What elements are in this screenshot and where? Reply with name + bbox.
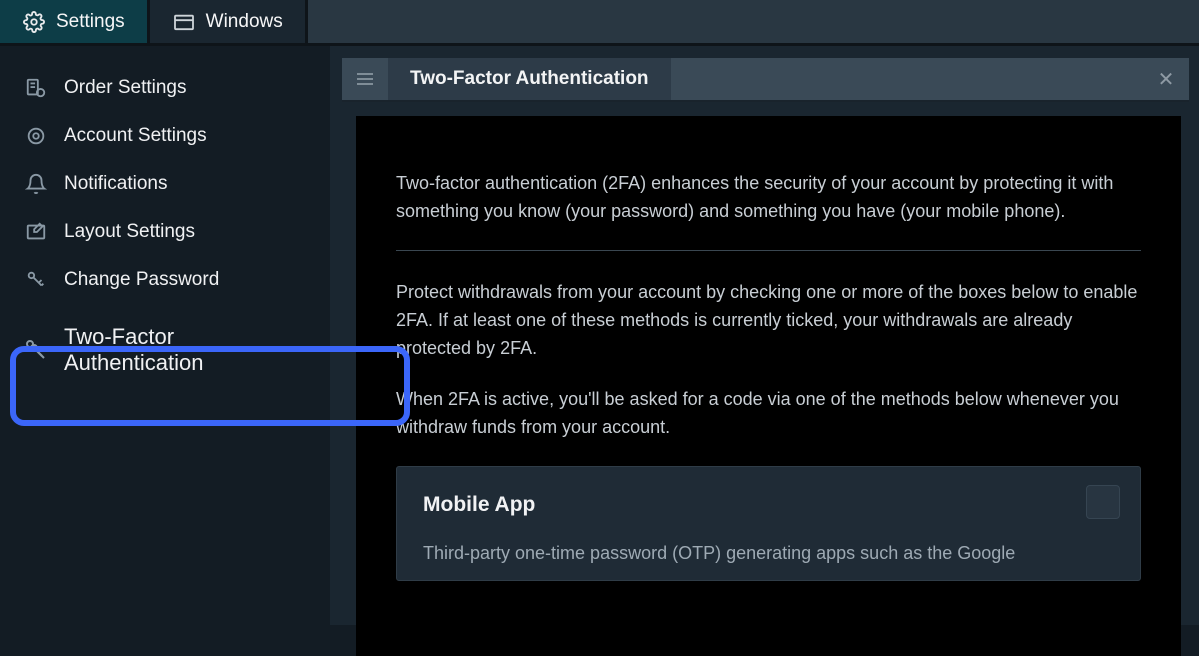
when-active-text: When 2FA is active, you'll be asked for … <box>396 386 1141 442</box>
panel-body: Two-factor authentication (2FA) enhances… <box>356 116 1181 656</box>
option-description: Third-party one-time password (OTP) gene… <box>423 540 1114 568</box>
tab-settings[interactable]: Settings <box>0 0 150 43</box>
panel-drag-handle-icon[interactable] <box>342 58 388 100</box>
tab-windows[interactable]: Windows <box>150 0 308 43</box>
window-icon <box>172 10 196 34</box>
intro-text: Two-factor authentication (2FA) enhances… <box>396 170 1141 226</box>
tab-windows-label: Windows <box>206 11 283 33</box>
topbar-filler <box>308 0 1199 43</box>
content-area: Two-Factor Authentication ✕ Two-factor a… <box>330 46 1199 625</box>
gear-icon <box>22 10 46 34</box>
bell-icon <box>24 172 48 196</box>
sidebar-item-label: Change Password <box>64 269 219 291</box>
sidebar-item-label: Order Settings <box>64 77 187 99</box>
sidebar-item-label: Account Settings <box>64 125 207 147</box>
keys-icon <box>24 338 48 362</box>
sidebar-item-two-factor[interactable]: Two-Factor Authentication <box>0 304 330 396</box>
protect-text: Protect withdrawals from your account by… <box>396 279 1141 363</box>
tab-settings-label: Settings <box>56 11 125 33</box>
sidebar-item-label: Layout Settings <box>64 221 195 243</box>
sidebar-item-order-settings[interactable]: Order Settings <box>0 64 330 112</box>
sidebar-item-account-settings[interactable]: Account Settings <box>0 112 330 160</box>
key-icon <box>24 268 48 292</box>
sidebar-item-change-password[interactable]: Change Password <box>0 256 330 304</box>
sidebar: Order Settings Account Settings Notifica… <box>0 46 330 625</box>
sidebar-item-notifications[interactable]: Notifications <box>0 160 330 208</box>
close-icon[interactable]: ✕ <box>1143 58 1189 100</box>
panel-title: Two-Factor Authentication <box>388 58 671 100</box>
sidebar-item-layout-settings[interactable]: Layout Settings <box>0 208 330 256</box>
section-divider <box>396 250 1141 251</box>
mobile-app-checkbox[interactable] <box>1086 485 1120 519</box>
option-card-mobile-app: Mobile App Third-party one-time password… <box>396 466 1141 580</box>
sidebar-item-label: Notifications <box>64 173 168 195</box>
layout-icon <box>24 220 48 244</box>
sidebar-item-label: Two-Factor Authentication <box>64 324 306 376</box>
account-settings-gear-icon <box>24 124 48 148</box>
panel-header: Two-Factor Authentication ✕ <box>342 58 1189 102</box>
option-title: Mobile App <box>423 489 1114 522</box>
topbar: Settings Windows <box>0 0 1199 46</box>
order-settings-icon <box>24 76 48 100</box>
